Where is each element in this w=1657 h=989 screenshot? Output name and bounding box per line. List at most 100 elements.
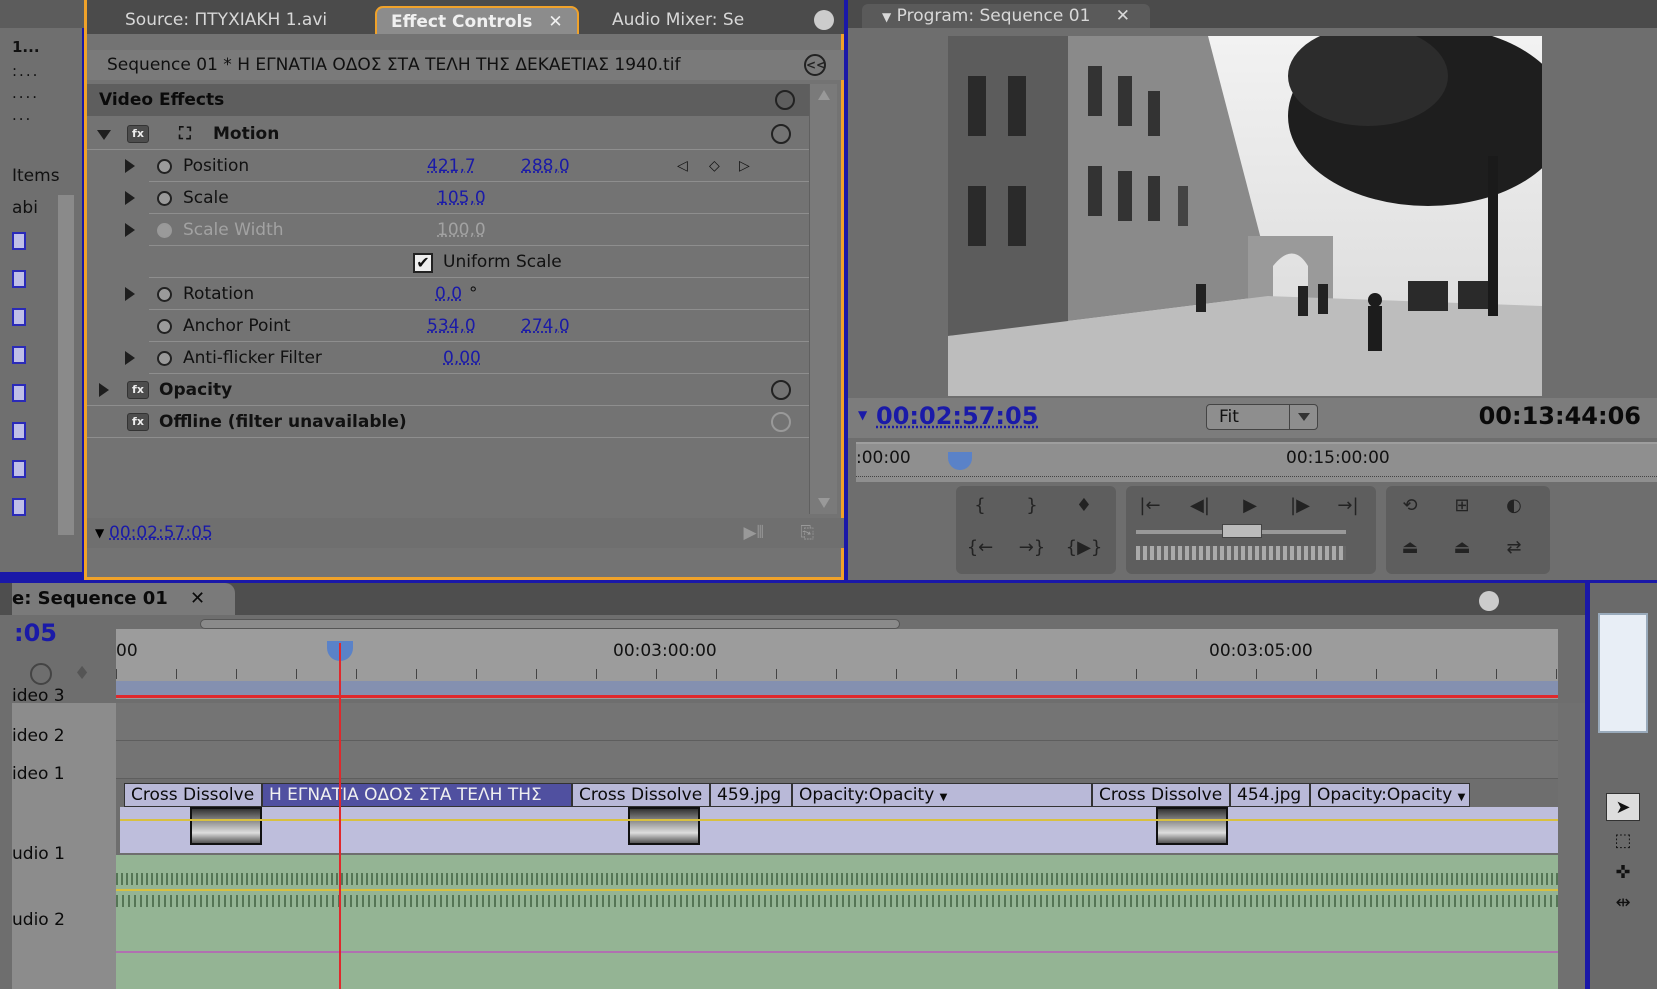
chevron-down-icon[interactable]: ▼ <box>940 792 948 803</box>
close-icon[interactable]: ✕ <box>548 12 562 32</box>
effect-controls-scrollbar[interactable] <box>809 84 837 514</box>
track-video1[interactable]: Cross Dissolve Η ΕΓΝΑΤΙΑ ΟΔΟΣ ΣΤΑ ΤΕΛΗ Τ… <box>116 779 1558 855</box>
project-item-icon[interactable] <box>12 232 26 250</box>
fx-toggle-icon[interactable]: fx <box>127 413 149 431</box>
tab-audio-mixer[interactable]: Audio Mixer: Se <box>612 6 744 34</box>
effect-row-opacity[interactable]: fx Opacity <box>87 374 809 406</box>
shuttle-handle[interactable] <box>1222 524 1262 538</box>
expand-triangle-icon[interactable] <box>99 383 109 397</box>
show-hide-timeline-icon[interactable]: << <box>804 54 826 76</box>
project-item-icon[interactable] <box>12 460 26 478</box>
anchor-y-value[interactable]: 274,0 <box>521 310 570 342</box>
uniform-scale-checkbox[interactable]: ✔ <box>413 253 433 273</box>
stopwatch-icon[interactable] <box>157 319 172 334</box>
position-y-value[interactable]: 288,0 <box>521 150 570 182</box>
panel-menu-icon[interactable] <box>1479 591 1499 611</box>
ripple-edit-tool-icon[interactable]: ✜ <box>1606 859 1640 887</box>
track-video2[interactable] <box>116 741 1558 779</box>
set-out-point-icon[interactable]: } <box>1012 490 1052 522</box>
track-header-video1[interactable]: ideo 1 <box>12 755 116 793</box>
next-keyframe-icon[interactable]: ▷ <box>739 150 750 182</box>
position-x-value[interactable]: 421,7 <box>427 150 476 182</box>
clip-459-jpg[interactable]: 459.jpg <box>710 783 792 807</box>
track-audio1[interactable] <box>116 855 1558 923</box>
expand-triangle-icon[interactable] <box>125 351 135 365</box>
tab-timeline-sequence[interactable]: e: Sequence 01 ✕ <box>12 583 236 615</box>
clip-opacity-dropdown[interactable]: Opacity:Opacity ▼ <box>1310 783 1470 807</box>
jog-wheel[interactable] <box>1136 546 1346 560</box>
anchor-x-value[interactable]: 534,0 <box>427 310 476 342</box>
tab-source[interactable]: Source: ΠΤΥΧΙΑΚΗ 1.avi <box>125 6 327 34</box>
track-header-video2[interactable]: ideo 2 <box>12 717 116 755</box>
expand-triangle-icon[interactable] <box>125 191 135 205</box>
stopwatch-icon[interactable] <box>157 287 172 302</box>
add-keyframe-icon[interactable]: ◇ <box>709 150 720 182</box>
volume-line[interactable] <box>116 951 1558 953</box>
go-to-next-edit-icon[interactable]: →| <box>1328 490 1368 522</box>
zoom-level-select[interactable]: Fit <box>1206 404 1318 430</box>
rolling-edit-tool-icon[interactable]: ⇹ <box>1606 889 1640 917</box>
extract-icon[interactable]: ⏏ <box>1442 532 1482 564</box>
clip-opacity-dropdown[interactable]: Opacity:Opacity ▼ <box>792 783 1092 807</box>
go-to-out-icon[interactable]: →} <box>1012 532 1052 564</box>
stopwatch-icon[interactable] <box>157 191 172 206</box>
play-audio-icon[interactable]: ▶⦀ <box>743 518 764 548</box>
loop-icon[interactable]: ⟲ <box>1390 490 1430 522</box>
anti-flicker-value[interactable]: 0,00 <box>443 342 481 374</box>
timeline-time-ruler[interactable]: 00 00:03:00:00 00:03:05:00 <box>116 629 1558 699</box>
track-select-tool-icon[interactable]: ⬚ <box>1606 827 1640 855</box>
project-item-icon[interactable] <box>12 308 26 326</box>
reset-icon[interactable] <box>771 124 791 144</box>
step-forward-icon[interactable]: |▶ <box>1280 490 1320 522</box>
program-video-frame[interactable] <box>948 36 1542 396</box>
fx-toggle-icon[interactable]: fx <box>127 125 149 143</box>
chevron-down-icon[interactable] <box>1289 405 1317 429</box>
project-item-icon[interactable] <box>12 384 26 402</box>
track-header-audio2[interactable]: udio 2 <box>12 901 116 939</box>
transition-cross-dissolve[interactable]: Cross Dissolve <box>124 783 262 807</box>
panel-menu-icon[interactable] <box>814 10 834 30</box>
scroll-up-icon[interactable] <box>818 90 830 100</box>
rotation-value[interactable]: 0,0 <box>435 278 462 310</box>
transition-cross-dissolve[interactable]: Cross Dissolve <box>572 783 710 807</box>
play-in-to-out-icon[interactable]: {▶} <box>1064 532 1104 564</box>
close-icon[interactable]: ✕ <box>190 588 205 609</box>
timeline-zoom-scrollbar[interactable] <box>200 619 900 629</box>
program-current-timecode[interactable]: 00:02:57:05 <box>876 402 1038 430</box>
playhead-marker-icon[interactable] <box>948 452 972 470</box>
collapse-effects-icon[interactable] <box>775 90 795 110</box>
close-icon[interactable]: ✕ <box>1116 6 1130 26</box>
scroll-down-icon[interactable] <box>818 498 830 508</box>
project-item-icon[interactable] <box>12 270 26 288</box>
expand-triangle-icon[interactable] <box>125 159 135 173</box>
scale-value[interactable]: 105,0 <box>437 182 486 214</box>
output-icon[interactable]: ◐ <box>1494 490 1534 522</box>
track-audio2[interactable] <box>116 923 1558 989</box>
effect-row-motion[interactable]: fx ⛶ Motion <box>87 118 809 150</box>
playhead-line[interactable] <box>339 643 341 989</box>
stopwatch-icon[interactable] <box>157 351 172 366</box>
timeline-vertical-scrollbar[interactable] <box>1558 703 1585 989</box>
timeline-timecode[interactable]: :05 <box>14 619 57 647</box>
effect-row-offline[interactable]: fx Offline (filter unavailable) <box>87 406 809 438</box>
program-time-ruler[interactable]: :00:00 00:15:00:00 <box>856 442 1657 482</box>
project-label-column[interactable]: abi <box>12 198 38 218</box>
chevron-down-icon[interactable]: ▼ <box>1458 792 1466 803</box>
stopwatch-icon[interactable] <box>157 159 172 174</box>
reset-icon[interactable] <box>771 412 791 432</box>
lift-icon[interactable]: ⏏ <box>1390 532 1430 564</box>
project-scrollbar[interactable] <box>58 195 74 535</box>
opacity-keyframe-line[interactable] <box>120 819 1558 821</box>
fx-toggle-icon[interactable]: fx <box>127 381 149 399</box>
project-tab-header[interactable] <box>0 0 84 28</box>
play-icon[interactable]: ▶ <box>1230 490 1270 522</box>
chevron-down-icon[interactable]: ▼ <box>882 10 891 24</box>
project-item-icon[interactable] <box>12 346 26 364</box>
trim-icon[interactable]: ⇄ <box>1494 532 1534 564</box>
prev-keyframe-icon[interactable]: ◁ <box>677 150 688 182</box>
expand-triangle-icon[interactable] <box>125 287 135 301</box>
safe-margins-icon[interactable]: ⊞ <box>1442 490 1482 522</box>
clip-egnatia[interactable]: Η ΕΓΝΑΤΙΑ ΟΔΟΣ ΣΤΑ ΤΕΛΗ ΤΗΣ <box>262 783 572 807</box>
go-to-in-icon[interactable]: {← <box>960 532 1000 564</box>
loop-audio-icon[interactable]: ⎘ <box>800 518 814 548</box>
